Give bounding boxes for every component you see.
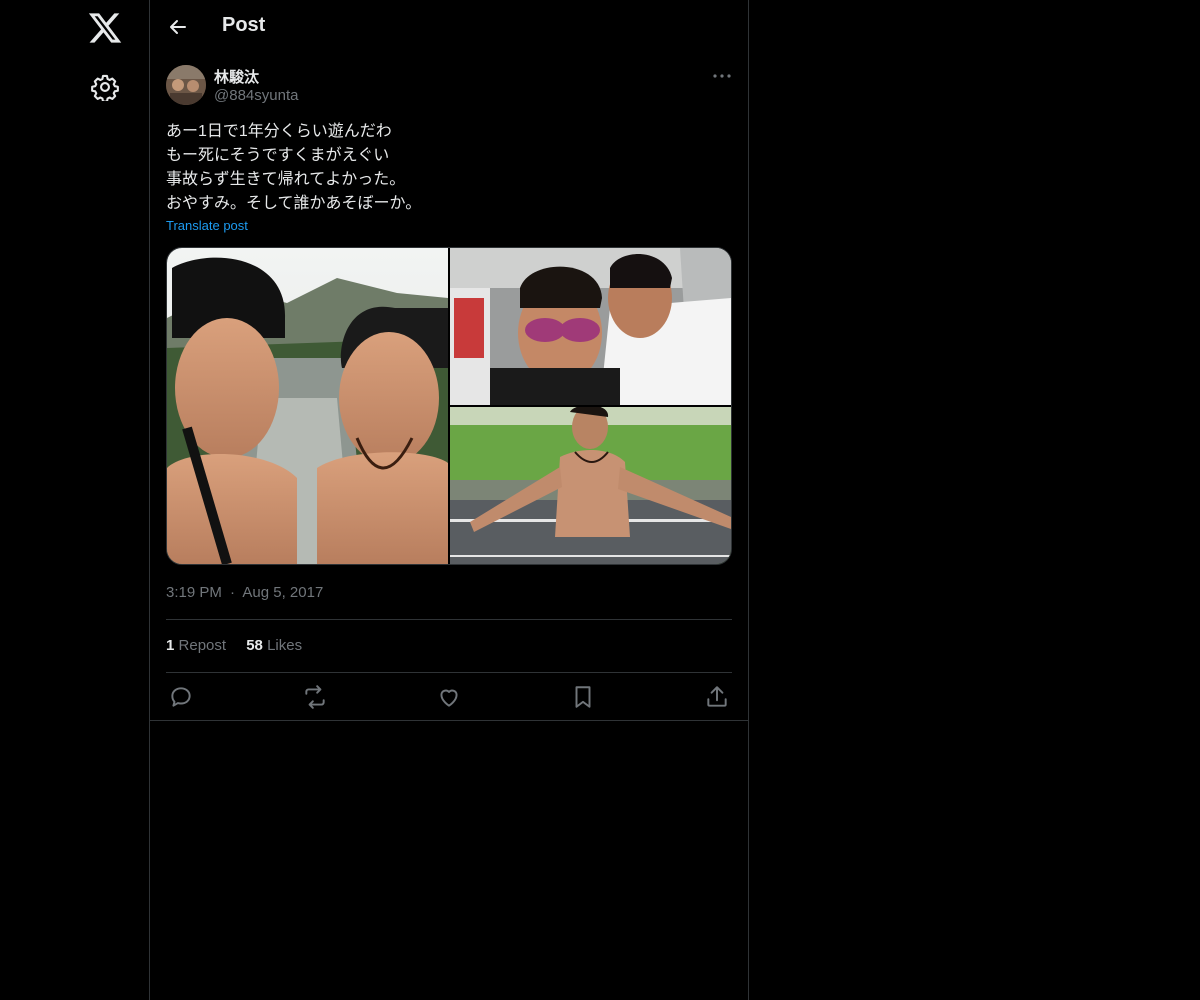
avatar[interactable]: [166, 65, 206, 105]
engagement-stats: 1 Repost 58 Likes: [166, 637, 318, 654]
share-icon[interactable]: [704, 684, 730, 710]
divider: [166, 672, 732, 673]
photo-rice-field[interactable]: [450, 407, 731, 564]
post-text-line: 事故らず生きて帰れてよかった。: [166, 171, 406, 188]
likes-label: Likes: [267, 637, 303, 654]
post-text-line: あー1日で1年分くらい遊んだわ: [166, 123, 392, 140]
post-date[interactable]: Aug 5, 2017: [242, 584, 323, 601]
header-bar: Post: [150, 0, 748, 54]
display-name[interactable]: 林駿汰: [214, 66, 259, 87]
bookmark-icon[interactable]: [570, 684, 596, 710]
divider: [166, 619, 732, 620]
divider: [150, 720, 748, 721]
gear-icon[interactable]: [91, 73, 119, 101]
main-column: Post 林駿汰 @884syunta あー1日で1年分くらい遊んだわ もー死に…: [149, 0, 749, 1000]
reply-icon[interactable]: [168, 684, 194, 710]
user-handle[interactable]: @884syunta: [214, 87, 298, 104]
left-nav: [0, 0, 149, 1000]
like-icon[interactable]: [436, 684, 462, 710]
post-text-line: もー死にそうですくまがえぐい: [166, 147, 390, 164]
post-text: あー1日で1年分くらい遊んだわ もー死にそうですくまがえぐい 事故らず生きて帰れ…: [166, 120, 421, 216]
likes-count: 58: [246, 637, 263, 654]
media-grid: [166, 247, 732, 565]
post-text-line: おやすみ。そして誰かあそぼーか。: [166, 195, 422, 212]
post-timestamp: 3:19 PM · Aug 5, 2017: [166, 584, 323, 601]
repost-icon[interactable]: [302, 684, 328, 710]
photo-river-selfie[interactable]: [167, 248, 448, 564]
page-title: Post: [222, 14, 266, 36]
arrow-left-icon[interactable]: [166, 15, 190, 39]
translate-post-link[interactable]: Translate post: [166, 218, 248, 233]
x-logo-icon[interactable]: [87, 10, 123, 46]
reposts-count: 1: [166, 637, 175, 654]
reposts-stat[interactable]: 1 Repost: [166, 637, 226, 654]
more-options-icon[interactable]: [708, 66, 736, 86]
photo-car-selfie[interactable]: [450, 248, 731, 405]
post-time[interactable]: 3:19 PM: [166, 584, 222, 601]
reposts-label: Repost: [178, 637, 227, 654]
separator-dot: ·: [230, 584, 236, 601]
likes-stat[interactable]: 58 Likes: [246, 637, 302, 654]
